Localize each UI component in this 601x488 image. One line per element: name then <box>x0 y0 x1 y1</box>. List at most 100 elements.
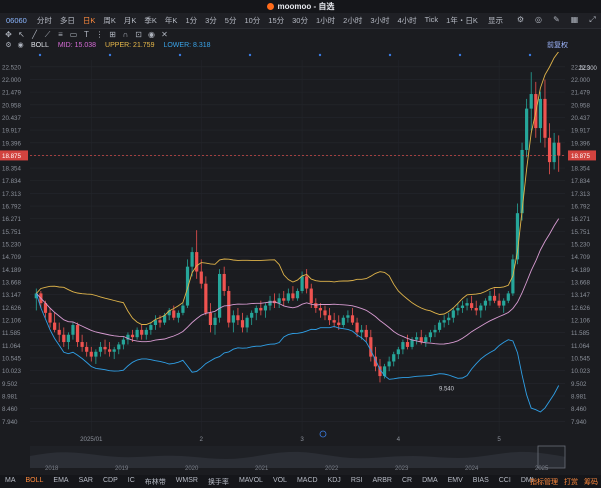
shape-tool-icon[interactable]: ▭ <box>69 30 78 39</box>
channel-tool-icon[interactable]: ≡ <box>56 30 65 39</box>
settings-icon[interactable]: ⚙ <box>516 15 525 24</box>
layout-icon[interactable]: ▦ <box>570 15 579 24</box>
eye-icon[interactable]: ◉ <box>147 30 156 39</box>
period-toolbar-right: 显示 ⚙ ◎ ✎ ▦ ⤢ <box>484 15 597 26</box>
indicator-tab[interactable]: 换手率 <box>203 477 234 487</box>
candle-body <box>259 308 263 311</box>
period-tab[interactable]: 月K <box>120 15 141 26</box>
candle-body <box>158 320 162 323</box>
eye-small-icon[interactable]: ◉ <box>16 41 25 50</box>
period-tab[interactable]: 多日 <box>56 15 79 26</box>
period-tab[interactable]: 1小时 <box>312 15 339 26</box>
reward-button[interactable]: 打赏 <box>564 477 578 487</box>
indicator-tab[interactable]: RSI <box>346 477 368 487</box>
period-tab[interactable]: 季K <box>140 15 161 26</box>
indicator-name[interactable]: BOLL <box>31 42 49 49</box>
period-tab[interactable]: 15分 <box>264 15 288 26</box>
display-menu[interactable]: 显示 <box>484 15 507 26</box>
candle-body <box>323 310 327 316</box>
ray-tool-icon[interactable]: ⟋ <box>43 30 52 39</box>
candle-body <box>543 98 547 138</box>
adjust-mode[interactable]: 前复权 <box>547 40 568 50</box>
indicator-tab[interactable]: MACD <box>292 477 323 487</box>
y-tick-label-left: 20.958 <box>2 102 21 109</box>
y-tick-label-right: 10.545 <box>571 355 590 362</box>
period-tab[interactable]: 2小时 <box>339 15 366 26</box>
camera-icon[interactable]: ◎ <box>534 15 543 24</box>
indicator-tab[interactable]: CDP <box>98 477 123 487</box>
delete-icon[interactable]: ✕ <box>160 30 169 39</box>
y-tick-label-right: 8.981 <box>571 393 587 400</box>
candle-body <box>437 322 442 330</box>
indicator-tab[interactable]: CR <box>397 477 417 487</box>
indicator-tab[interactable]: MA <box>0 477 21 487</box>
chips-button[interactable]: 筹码 <box>584 477 598 487</box>
indicator-tab[interactable]: BOLL <box>21 477 49 487</box>
candle-body <box>245 317 249 328</box>
indicator-tab[interactable]: IC <box>123 477 140 487</box>
x-tick-label: 2025/01 <box>80 436 103 443</box>
edit-icon[interactable]: ✎ <box>552 15 561 24</box>
settings-small-icon[interactable]: ⚙ <box>4 41 13 50</box>
period-tab[interactable]: 5分 <box>221 15 241 26</box>
timeline-year-label: 2022 <box>325 466 339 472</box>
indicator-tab[interactable]: SAR <box>74 477 98 487</box>
indicator-manage-button[interactable]: 指标管理 <box>530 477 558 487</box>
candle-body <box>360 329 364 333</box>
indicator-tab[interactable]: EMV <box>443 477 468 487</box>
timeline-year-label: 2023 <box>395 466 409 472</box>
candle-body <box>66 334 70 343</box>
y-tick-label-left: 13.668 <box>2 280 21 287</box>
y-tick-label-left: 9.502 <box>2 381 18 388</box>
indicator-tab[interactable]: KDJ <box>323 477 346 487</box>
crosshair-icon[interactable]: ✥ <box>4 30 13 39</box>
candle-body <box>396 349 400 355</box>
period-tab[interactable]: 1年・日K <box>442 15 482 26</box>
period-tab[interactable]: 4小时 <box>394 15 421 26</box>
expand-icon[interactable]: ⤢ <box>588 15 597 24</box>
period-tab[interactable]: 3小时 <box>366 15 393 26</box>
period-tab[interactable]: 分时 <box>33 15 56 26</box>
candle-body <box>415 337 419 340</box>
candle-body <box>428 332 432 338</box>
indicator-tab[interactable]: CCI <box>494 477 516 487</box>
indicator-tab[interactable]: EMA <box>48 477 73 487</box>
period-tab[interactable]: 30分 <box>288 15 312 26</box>
stock-code[interactable]: 06060 <box>6 16 27 25</box>
indicator-tabs: MA BOLL EMA SAR CDP IC 布林带 WMSR 换手率 MAVOL VOL MACD K… <box>0 477 539 487</box>
indicator-tab[interactable]: 布林带 <box>140 477 171 487</box>
indicator-tab[interactable]: VOL <box>268 477 292 487</box>
measure-tool-icon[interactable]: ⊞ <box>108 30 117 39</box>
text-tool-icon[interactable]: T <box>82 30 91 39</box>
indicator-tab[interactable]: ARBR <box>367 477 396 487</box>
candle-body <box>369 337 373 357</box>
line-tool-icon[interactable]: ╱ <box>30 30 39 39</box>
y-tick-label-right: 17.313 <box>571 191 590 198</box>
period-tab[interactable]: 10分 <box>240 15 264 26</box>
indicator-tab[interactable]: BIAS <box>468 477 494 487</box>
indicator-bar-right: 指标管理 打赏 筹码 <box>530 477 598 487</box>
candle-body <box>291 293 295 299</box>
magnet-icon[interactable]: ∩ <box>121 30 130 39</box>
indicator-tab[interactable]: WMSR <box>171 477 203 487</box>
candle-body <box>217 273 222 318</box>
period-tab[interactable]: Tick <box>421 15 442 26</box>
fib-tool-icon[interactable]: ⋮ <box>95 30 104 39</box>
period-tab[interactable]: 3分 <box>201 15 221 26</box>
period-tab[interactable]: 1分 <box>181 15 201 26</box>
period-tab[interactable]: 日K <box>79 15 100 26</box>
period-tab[interactable]: 年K <box>161 15 182 26</box>
indicator-tab[interactable]: DMA <box>417 477 443 487</box>
timeline-year-label: 2021 <box>255 466 269 472</box>
period-tab[interactable]: 周K <box>99 15 120 26</box>
drawing-tools: ✥ ↖ ╱ ⟋ ≡ ▭ T ⋮ ⊞ ∩ ⊡ ◉ ✕ <box>0 28 601 40</box>
indicator-tab[interactable]: MAVOL <box>234 477 268 487</box>
candlestick-chart[interactable]: 22.520 22.52022.000 22.00021.479 21.47920.9… <box>0 52 601 475</box>
candle-body <box>309 288 313 304</box>
candle-body <box>295 290 300 299</box>
candle-body <box>451 310 455 318</box>
lock-icon[interactable]: ⊡ <box>134 30 143 39</box>
y-tick-label-right: 11.585 <box>571 330 590 337</box>
pointer-icon[interactable]: ↖ <box>17 30 26 39</box>
current-price-label-left: 18.875 <box>2 153 21 160</box>
